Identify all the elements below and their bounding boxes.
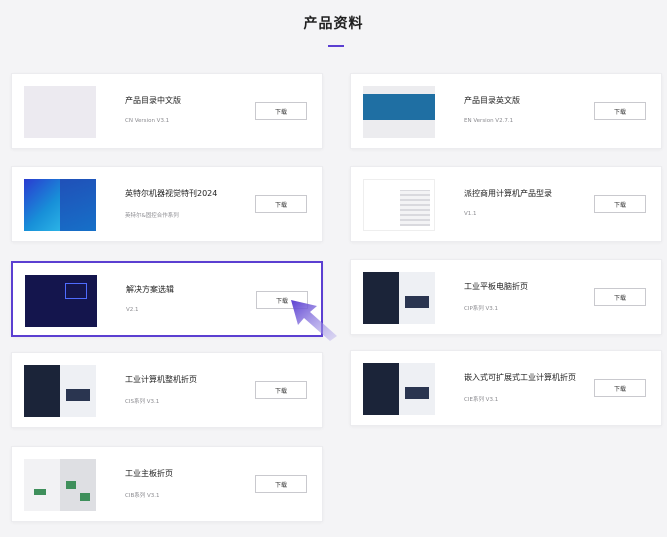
download-card-intel-vision: 英特尔机器视觉特刊2024 英特尔&固控合作系列 下载 [11,166,323,242]
brochure-thumbnail [24,459,96,511]
download-button[interactable]: 下载 [255,475,307,493]
brochure-thumbnail [363,179,435,231]
card-title: 产品目录中文版 [125,96,181,105]
brochure-thumbnail [363,363,435,415]
download-button[interactable]: 下载 [255,195,307,213]
card-title: 工业计算机整机折页 [125,375,197,384]
card-version: CN Version V3.1 [125,118,170,124]
card-title: 工业主板折页 [125,469,173,478]
card-title: 嵌入式可扩展式工业计算机折页 [464,373,576,382]
card-title: 英特尔机器视觉特刊2024 [125,189,218,198]
download-card-cn-catalog: 产品目录中文版 CN Version V3.1 下载 [11,73,323,149]
download-button[interactable]: 下载 [594,195,646,213]
download-card-solutions: 解决方案选辑 V2.1 下载 [11,261,323,337]
card-title: 工业平板电脑折页 [464,282,528,291]
download-button[interactable]: 下载 [594,288,646,306]
brochure-thumbnail [25,275,97,327]
card-version: CIE系列 V3.1 [464,397,499,403]
card-version: CIP系列 V3.1 [464,306,499,312]
download-card-commercial-catalog: 派控商用计算机产品型录 V1.1 下载 [350,166,662,242]
download-card-en-catalog: 产品目录英文版 EN Version V2.7.1 下载 [350,73,662,149]
brochure-thumbnail [363,86,435,138]
card-title: 派控商用计算机产品型录 [464,189,552,198]
card-version: EN Version V2.7.1 [464,118,514,124]
card-title: 解决方案选辑 [126,285,174,294]
card-version: 英特尔&固控合作系列 [125,213,179,219]
download-button[interactable]: 下载 [594,102,646,120]
section-title: 产品资料 [303,16,364,32]
download-card-tablet-leaflet: 工业平板电脑折页 CIP系列 V3.1 下载 [350,259,662,335]
download-card-embedded-leaflet: 嵌入式可扩展式工业计算机折页 CIE系列 V3.1 下载 [350,350,662,426]
card-version: CIS系列 V3.1 [125,399,160,405]
download-button[interactable]: 下载 [594,379,646,397]
download-card-computer-leaflet: 工业计算机整机折页 CIS系列 V3.1 下载 [11,352,323,428]
brochure-thumbnail [363,272,435,324]
brochure-thumbnail [24,86,96,138]
card-version: V1.1 [464,211,477,217]
card-version: V2.1 [126,307,139,313]
title-underline [328,45,344,47]
download-card-board-leaflet: 工业主板折页 CIB系列 V3.1 下载 [11,446,323,522]
product-materials-page: 产品资料 产品目录中文版 CN Version V3.1 下载 产品目录英文版 … [0,0,667,537]
brochure-thumbnail [24,365,96,417]
download-button[interactable]: 下载 [256,291,308,309]
brochure-thumbnail [24,179,96,231]
card-title: 产品目录英文版 [464,96,520,105]
download-button[interactable]: 下载 [255,102,307,120]
download-button[interactable]: 下载 [255,381,307,399]
card-version: CIB系列 V3.1 [125,493,160,499]
